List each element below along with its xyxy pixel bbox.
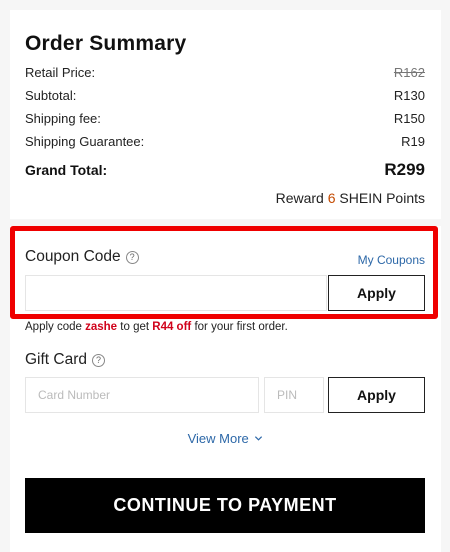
my-coupons-link[interactable]: My Coupons [358,253,425,267]
reward-prefix: Reward [275,190,324,206]
coupon-code-heading: Coupon Code? [25,248,139,266]
coupon-card: Coupon Code? My Coupons Apply Apply code… [10,226,441,552]
question-circle-icon[interactable]: ? [92,354,106,367]
subtotal-row: Subtotal: R130 [25,88,425,104]
subtotal-value: R130 [393,88,425,103]
coupon-apply-button[interactable]: Apply [328,275,425,311]
coupon-code-input[interactable] [25,275,327,311]
subtotal-label: Subtotal: [25,88,77,103]
shipping-guarantee-label: Shipping Guarantee: [25,134,145,149]
view-more-link[interactable]: View More [10,431,441,446]
shipping-fee-value: R150 [393,111,425,126]
order-summary-title: Order Summary [25,32,187,55]
continue-to-payment-button[interactable]: CONTINUE TO PAYMENT [25,478,425,533]
coupon-hint: Apply code zashe to get R44 off for your… [25,321,288,333]
view-more-label: View More [187,431,249,446]
card-number-input[interactable] [25,377,259,413]
hint-middle: to get [120,321,150,333]
order-summary-card: Order Summary Retail Price: R162 Subtota… [10,10,441,219]
retail-price-label: Retail Price: [25,65,96,80]
grand-total-label: Grand Total: [25,162,108,178]
hint-code: zashe [85,321,118,333]
question-circle-icon[interactable]: ? [125,251,139,264]
shipping-guarantee-row: Shipping Guarantee: R19 [25,134,425,150]
hint-suffix: for your first order. [194,321,288,333]
shipping-fee-label: Shipping fee: [25,111,101,126]
hint-prefix: Apply code [25,321,82,333]
shipping-fee-row: Shipping fee: R150 [25,111,425,127]
reward-suffix: SHEIN Points [339,190,425,206]
reward-points-text: Reward 6 SHEIN Points [276,190,425,206]
gift-card-label: Gift Card [25,351,88,368]
hint-amount: R44 off [152,321,192,333]
reward-points-value: 6 [327,190,336,206]
pin-input[interactable] [264,377,324,413]
gift-card-heading: Gift Card? [25,351,106,369]
grand-total-row: Grand Total: R299 [25,160,425,182]
grand-total-value: R299 [384,160,425,179]
shipping-guarantee-value: R19 [401,134,425,149]
retail-price-value: R162 [393,65,425,80]
retail-price-row: Retail Price: R162 [25,65,425,81]
chevron-down-icon [255,436,263,441]
coupon-code-label: Coupon Code [25,248,121,265]
gift-card-apply-button[interactable]: Apply [328,377,425,413]
